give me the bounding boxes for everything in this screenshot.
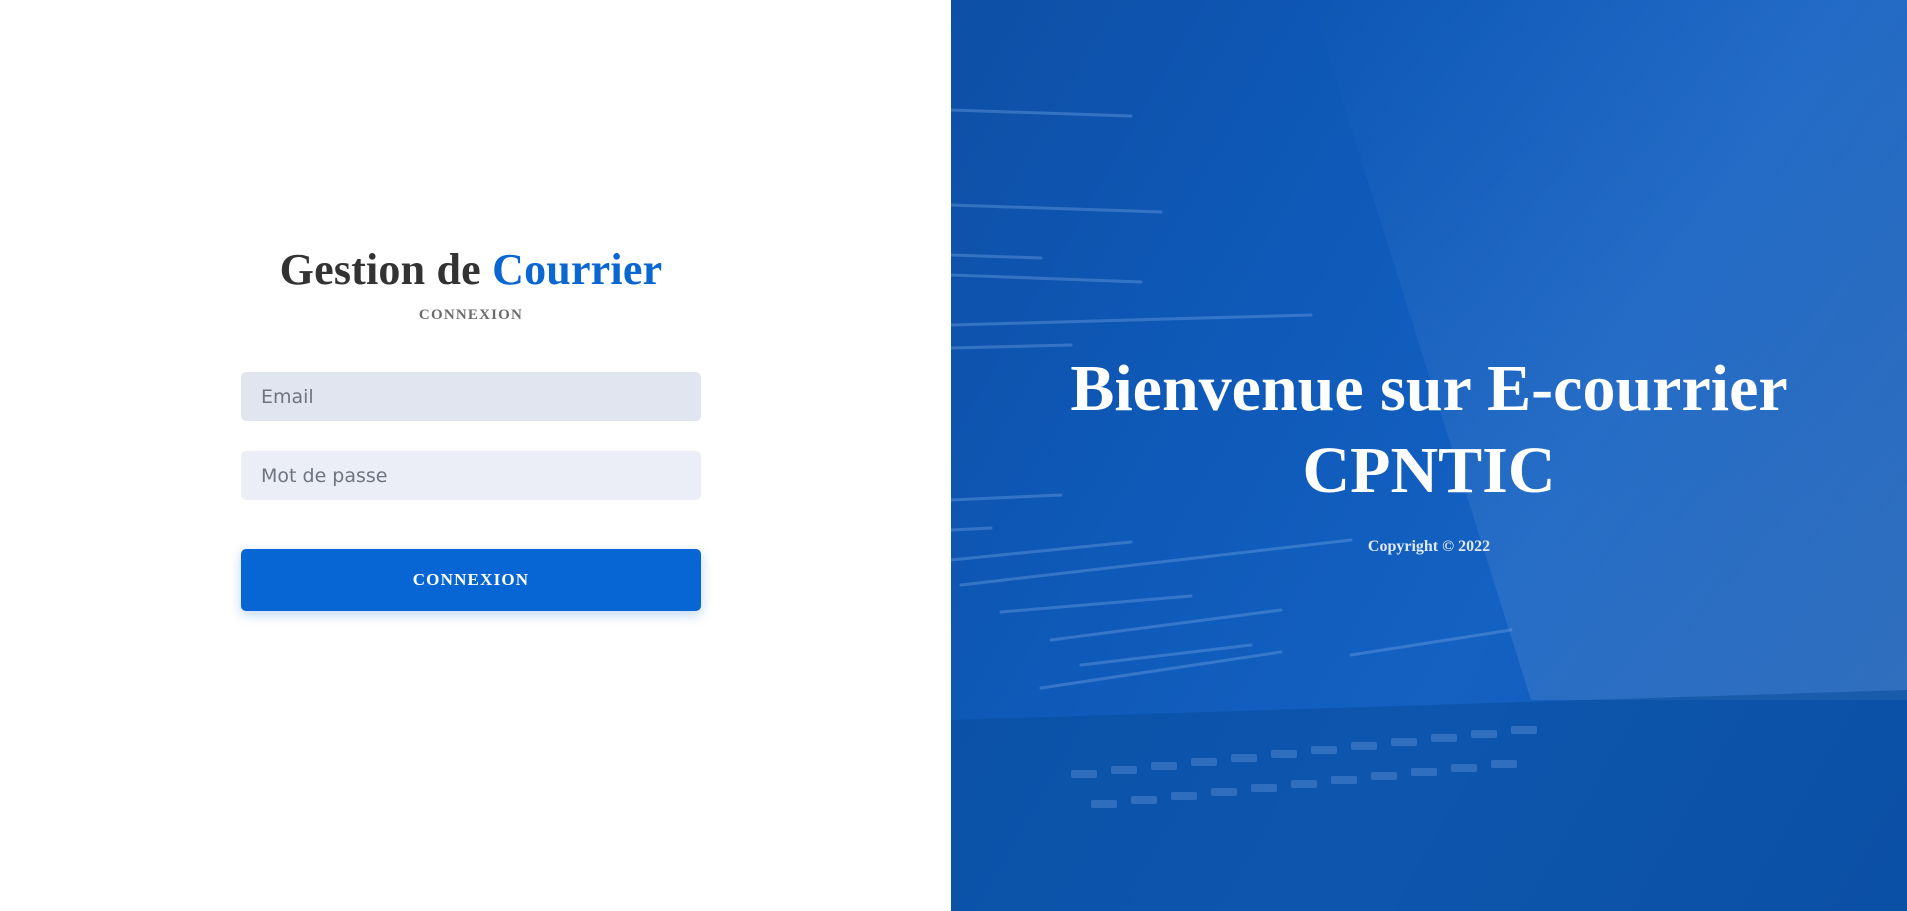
login-form: Gestion de Courrier CONNEXION CONNEXION — [241, 244, 701, 611]
app-title: Gestion de Courrier — [241, 244, 701, 296]
email-input[interactable] — [241, 372, 701, 421]
password-input[interactable] — [241, 451, 701, 500]
welcome-line-2: CPNTIC — [1302, 434, 1556, 507]
app-title-accent: Courrier — [492, 245, 663, 294]
login-page: Gestion de Courrier CONNEXION CONNEXION — [0, 0, 1907, 911]
welcome-panel: Bienvenue sur E-courrier CPNTIC Copyrigh… — [951, 0, 1907, 911]
app-title-main: Gestion de — [279, 245, 481, 294]
welcome-heading: Bienvenue sur E-courrier CPNTIC — [951, 348, 1907, 512]
copyright-text: Copyright © 2022 — [1367, 538, 1491, 555]
login-subtitle: CONNEXION — [418, 307, 524, 323]
login-button[interactable]: CONNEXION — [241, 549, 701, 611]
login-panel: Gestion de Courrier CONNEXION CONNEXION — [0, 0, 951, 911]
welcome-line-1: Bienvenue sur E-courrier — [1070, 352, 1788, 425]
